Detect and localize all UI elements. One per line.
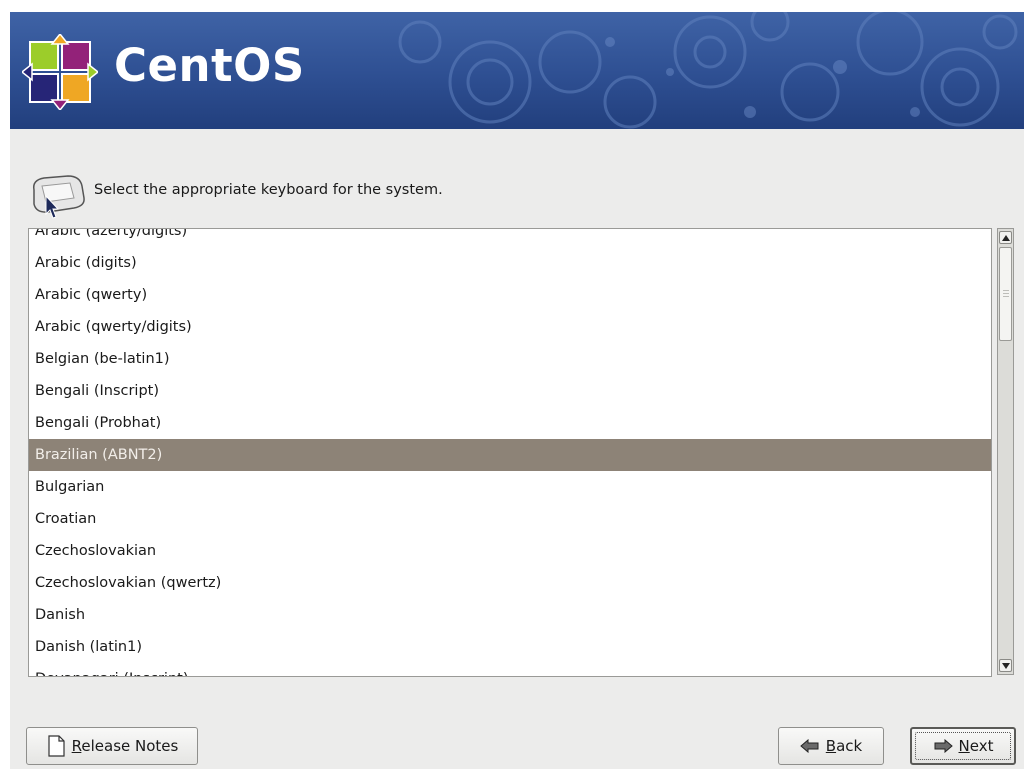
brand-title: CentOS: [114, 39, 305, 92]
list-item[interactable]: Danish (latin1): [29, 631, 991, 663]
list-scrollbar[interactable]: [997, 228, 1014, 675]
list-item[interactable]: Danish: [29, 599, 991, 631]
list-item[interactable]: Arabic (qwerty): [29, 279, 991, 311]
list-item[interactable]: Bulgarian: [29, 471, 991, 503]
list-item[interactable]: Arabic (digits): [29, 247, 991, 279]
arrow-right-icon: [934, 739, 953, 753]
keyboard-layout-list-items: Arabic (azerty/digits) Arabic (digits) Ara…: [29, 229, 991, 676]
next-button[interactable]: Next: [910, 727, 1016, 765]
document-icon: [48, 735, 65, 757]
back-label: Back: [825, 737, 863, 755]
keyboard-prompt: Select the appropriate keyboard for the …: [28, 172, 1008, 222]
next-label: Next: [958, 737, 994, 755]
scroll-down-arrow-icon[interactable]: [999, 659, 1012, 672]
list-item[interactable]: Czechoslovakian: [29, 535, 991, 567]
scroll-thumb[interactable]: [999, 247, 1012, 341]
centos-logo-icon: [22, 34, 98, 110]
back-button[interactable]: Back: [778, 727, 884, 765]
list-item[interactable]: Belgian (be-latin1): [29, 343, 991, 375]
list-item-selected[interactable]: Brazilian (ABNT2): [29, 439, 991, 471]
keyboard-layout-list[interactable]: Arabic (azerty/digits) Arabic (digits) Ara…: [28, 228, 992, 677]
scroll-up-arrow-icon[interactable]: [999, 231, 1012, 244]
list-item[interactable]: Bengali (Probhat): [29, 407, 991, 439]
release-notes-label: Release Notes: [71, 737, 179, 755]
prompt-text: Select the appropriate keyboard for the …: [94, 182, 443, 198]
list-item[interactable]: Bengali (Inscript): [29, 375, 991, 407]
list-item[interactable]: Croatian: [29, 503, 991, 535]
keyboard-key-icon: [32, 175, 85, 219]
list-item[interactable]: Devanagari (Inscript): [29, 663, 991, 676]
list-item[interactable]: Arabic (qwerty/digits): [29, 311, 991, 343]
list-item[interactable]: Czechoslovakian (qwertz): [29, 567, 991, 599]
arrow-left-icon: [800, 739, 819, 753]
installer-window: CentOS Select the appropriate keyboard f…: [10, 12, 1024, 769]
list-item[interactable]: Arabic (azerty/digits): [29, 229, 991, 247]
release-notes-button[interactable]: Release Notes: [26, 727, 198, 765]
centos-banner: CentOS: [10, 12, 1024, 129]
